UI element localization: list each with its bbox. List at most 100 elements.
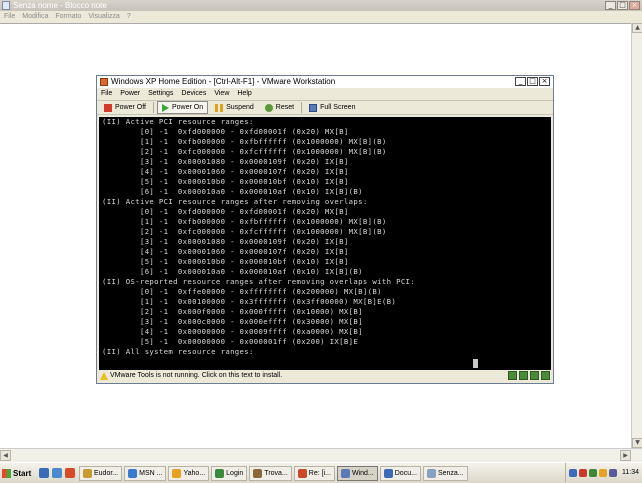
notepad-titlebar[interactable]: Senza nome - Blocco note _ □ × xyxy=(0,0,642,11)
app-icon xyxy=(340,468,350,478)
reset-button[interactable]: Reset xyxy=(261,101,298,114)
power-off-button[interactable]: Power Off xyxy=(100,101,150,114)
console-line: [0] -1 0xffe00000 - 0xffffffff (0x200000… xyxy=(102,287,382,296)
vmware-icon xyxy=(100,78,108,86)
notepad-title: Senza nome - Blocco note xyxy=(13,1,107,10)
console-line: [0] -1 0xfd000000 - 0xfd00001f (0x20) MX… xyxy=(102,207,349,216)
vm-close-button[interactable]: × xyxy=(539,77,550,86)
console-line: [4] -1 0x00001060 - 0x0000107f (0x20) IX… xyxy=(102,247,349,256)
usb-status-icon[interactable] xyxy=(541,371,550,380)
full-screen-label: Full Screen xyxy=(320,104,356,111)
console-line: [4] -1 0x00001060 - 0x0000107f (0x20) IX… xyxy=(102,167,349,176)
menu-file[interactable]: File xyxy=(4,11,15,23)
maximize-button[interactable]: □ xyxy=(617,1,628,10)
reset-label: Reset xyxy=(275,104,295,111)
scroll-right-icon[interactable]: ▶ xyxy=(620,450,631,461)
vertical-scrollbar[interactable]: ▲ ▼ xyxy=(631,23,642,448)
vmware-titlebar[interactable]: Windows XP Home Edition - [Ctrl-Alt-F1] … xyxy=(97,76,553,88)
menu-help[interactable]: ? xyxy=(127,11,131,23)
clock[interactable]: 11:34 xyxy=(622,469,639,476)
tray-icon[interactable] xyxy=(579,468,587,477)
taskbar-button[interactable]: Yaho... xyxy=(168,465,210,481)
taskbar-button-label: Re: [i... xyxy=(308,469,331,477)
vm-menu-devices[interactable]: Devices xyxy=(181,88,206,99)
console-line: (II) Active PCI resource ranges: xyxy=(102,117,254,126)
scroll-up-icon[interactable]: ▲ xyxy=(632,23,642,33)
console-line: [1] -1 0xfb000000 - 0xfbffffff (0x100000… xyxy=(102,217,387,226)
pause-icon xyxy=(215,103,224,112)
taskbar-button[interactable]: MSN ... xyxy=(124,465,167,481)
vm-menu-power[interactable]: Power xyxy=(120,88,140,99)
taskbar-button-label: Trova... xyxy=(264,469,288,477)
tray-icon[interactable] xyxy=(569,468,577,477)
minimize-button[interactable]: _ xyxy=(605,1,616,10)
taskbar-button[interactable]: Re: [i... xyxy=(293,465,335,481)
console-line: [4] -1 0x00000000 - 0x0009ffff (0xa0000)… xyxy=(102,327,363,336)
console-line: [5] -1 0x000010b0 - 0x000010bf (0x10) IX… xyxy=(102,177,349,186)
app-icon xyxy=(297,468,307,478)
tray-icon[interactable] xyxy=(609,468,617,477)
vmware-tools-message[interactable]: VMware Tools is not running. Click on th… xyxy=(110,372,282,379)
taskbar-button-label: Senza... xyxy=(437,469,464,477)
app-icon xyxy=(253,468,263,478)
network-status-icon[interactable] xyxy=(519,371,528,380)
console-line: [1] -1 0x00100000 - 0x3fffffff (0x3ff000… xyxy=(102,297,397,306)
taskbar-button-label: Eudor... xyxy=(94,469,119,477)
tray-icon[interactable] xyxy=(599,468,607,477)
app-icon xyxy=(172,468,182,478)
console-line: [3] -1 0x000c0000 - 0x000effff (0x30000)… xyxy=(102,317,363,326)
suspend-button[interactable]: Suspend xyxy=(211,101,258,114)
taskbar-button[interactable]: Wind... xyxy=(336,465,378,481)
console-line: [2] -1 0xfc000000 - 0xfcffffff (0x100000… xyxy=(102,227,387,236)
console-cursor xyxy=(473,359,478,368)
notepad-icon xyxy=(2,1,10,10)
vm-maximize-button[interactable]: □ xyxy=(527,77,538,86)
menu-visualizza[interactable]: Visualizza xyxy=(88,11,119,23)
vmware-window: Windows XP Home Edition - [Ctrl-Alt-F1] … xyxy=(96,75,554,384)
sound-status-icon[interactable] xyxy=(530,371,539,380)
console-line: [2] -1 0x000f0000 - 0x000fffff (0x10000)… xyxy=(102,307,363,316)
scroll-left-icon[interactable]: ◀ xyxy=(0,450,11,461)
vm-console-screen[interactable]: (II) Active PCI resource ranges: [0] -1 … xyxy=(99,117,551,370)
app-icon xyxy=(83,468,92,478)
app-icon xyxy=(215,468,225,478)
console-line: [5] -1 0x00000000 - 0x000001ff (0x200) I… xyxy=(102,337,359,346)
menu-formato[interactable]: Formato xyxy=(55,11,81,23)
taskbar-button[interactable]: Docu... xyxy=(379,465,421,481)
taskbar-button-label: Docu... xyxy=(394,469,417,477)
taskbar-button[interactable]: Eudor... xyxy=(79,465,123,481)
vm-minimize-button[interactable]: _ xyxy=(515,77,526,86)
full-screen-button[interactable]: Full Screen xyxy=(305,101,359,114)
taskbar-buttons: Eudor... MSN ... Yaho... Login Trova... Re: [… xyxy=(79,465,468,481)
vm-menu-view[interactable]: View xyxy=(214,88,229,99)
vm-menu-settings[interactable]: Settings xyxy=(148,88,173,99)
vm-menu-file[interactable]: File xyxy=(101,88,112,99)
start-button[interactable]: Start xyxy=(2,465,35,481)
vmware-menubar: File Power Settings Devices View Help xyxy=(97,88,553,99)
console-line: [5] -1 0x000010b0 - 0x000010bf (0x10) IX… xyxy=(102,257,349,266)
reset-icon xyxy=(264,103,273,112)
scroll-down-icon[interactable]: ▼ xyxy=(632,438,642,448)
internet-explorer-icon[interactable] xyxy=(52,468,62,478)
power-off-icon xyxy=(104,103,112,112)
horizontal-scrollbar[interactable]: ◀ ▶ xyxy=(0,448,642,463)
taskbar-button[interactable]: Trova... xyxy=(249,465,292,481)
device-status-icon[interactable] xyxy=(508,371,517,380)
console-line: [3] -1 0x00001080 - 0x0000109f (0x20) IX… xyxy=(102,157,349,166)
taskbar-button-label: Login xyxy=(226,469,244,477)
start-label: Start xyxy=(13,468,32,478)
full-screen-icon xyxy=(309,103,318,112)
power-on-button[interactable]: Power On xyxy=(157,101,209,114)
taskbar-button[interactable]: Login xyxy=(211,465,248,481)
console-output: (II) Active PCI resource ranges: [0] -1 … xyxy=(99,117,551,357)
tray-icon[interactable] xyxy=(589,468,597,477)
power-off-label: Power Off xyxy=(115,104,146,111)
console-line: [6] -1 0x000010a0 - 0x000010af (0x10) IX… xyxy=(102,187,363,196)
menu-modifica[interactable]: Modifica xyxy=(22,11,48,23)
vm-menu-help[interactable]: Help xyxy=(237,88,251,99)
media-player-icon[interactable] xyxy=(65,468,75,478)
outlook-icon[interactable] xyxy=(39,468,49,478)
taskbar-button[interactable]: Senza... xyxy=(422,465,468,481)
console-line: [3] -1 0x00001080 - 0x0000109f (0x20) IX… xyxy=(102,237,349,246)
close-button[interactable]: × xyxy=(629,1,640,10)
